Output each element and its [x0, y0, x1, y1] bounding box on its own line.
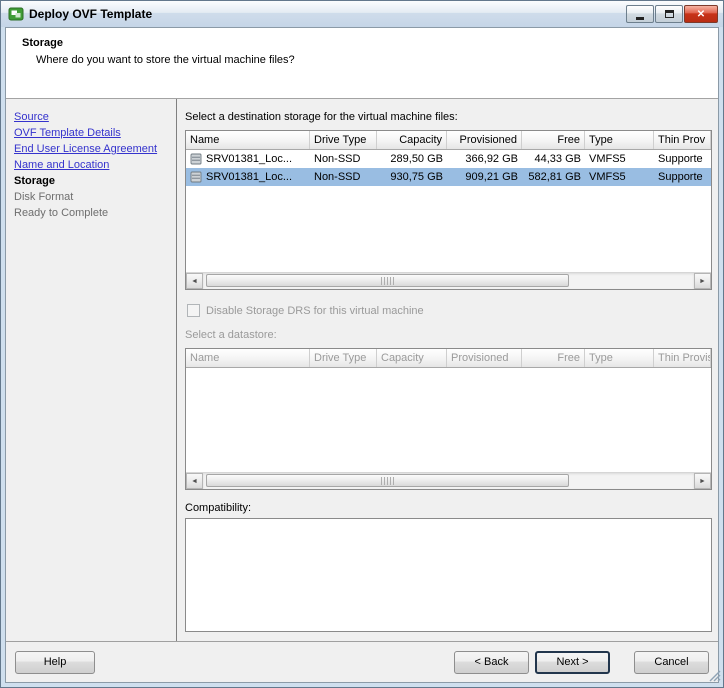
cell-provisioned: 366,92 GB	[447, 153, 522, 165]
column-header-thin-provisioning[interactable]: Thin Prov	[654, 131, 711, 149]
help-button[interactable]: Help	[15, 651, 95, 674]
sidebar-item-name-and-location[interactable]: Name and Location	[14, 157, 172, 173]
scroll-right-button[interactable]: ►	[694, 473, 711, 489]
datastore-icon	[190, 153, 202, 165]
minimize-button[interactable]	[626, 5, 654, 23]
column-header-capacity[interactable]: Capacity	[377, 131, 447, 149]
deploy-ovf-window: Deploy OVF Template ✕ Storage Where do y…	[0, 0, 724, 688]
cell-capacity: 289,50 GB	[377, 153, 447, 165]
resize-grip[interactable]	[709, 670, 721, 685]
wizard-body: Source OVF Template Details End User Lic…	[6, 99, 718, 641]
select-storage-label: Select a destination storage for the vir…	[185, 111, 712, 123]
cell-capacity: 930,75 GB	[377, 171, 447, 183]
wizard-steps-sidebar: Source OVF Template Details End User Lic…	[6, 99, 177, 641]
cell-free: 582,81 GB	[522, 171, 585, 183]
cell-type: VMFS5	[585, 171, 654, 183]
scrollbar-grip-icon	[381, 277, 394, 285]
storage-drs-label: Disable Storage DRS for this virtual mac…	[206, 305, 424, 317]
page-subtitle: Where do you want to store the virtual m…	[36, 54, 718, 66]
page-title: Storage	[22, 37, 718, 49]
close-button[interactable]: ✕	[684, 5, 718, 23]
sidebar-item-ready-to-complete: Ready to Complete	[14, 205, 172, 221]
close-icon: ✕	[697, 9, 705, 20]
column-header-type: Type	[585, 349, 654, 367]
column-header-drive-type: Drive Type	[310, 349, 377, 367]
maximize-icon	[665, 10, 674, 18]
sidebar-item-end-user-license-agreement[interactable]: End User License Agreement	[14, 141, 172, 157]
column-header-capacity: Capacity	[377, 349, 447, 367]
column-header-free[interactable]: Free	[522, 131, 585, 149]
wizard-header: Storage Where do you want to store the v…	[6, 28, 718, 99]
horizontal-scrollbar: ◄ ►	[186, 272, 711, 289]
cell-name: SRV01381_Loc...	[186, 153, 310, 165]
column-header-provisioned[interactable]: Provisioned	[447, 131, 522, 149]
scrollbar-track[interactable]	[203, 473, 694, 489]
storage-drs-row: Disable Storage DRS for this virtual mac…	[187, 304, 712, 317]
back-button[interactable]: < Back	[454, 651, 529, 674]
next-button[interactable]: Next >	[535, 651, 610, 674]
destination-storage-table: Name Drive Type Capacity Provisioned Fre…	[185, 130, 712, 290]
column-header-name[interactable]: Name	[186, 131, 310, 149]
datastore-row-2-selected[interactable]: SRV01381_Loc... Non-SSD 930,75 GB 909,21…	[186, 168, 711, 186]
scrollbar-thumb[interactable]	[206, 274, 569, 287]
maximize-button[interactable]	[655, 5, 683, 23]
cell-drive-type: Non-SSD	[310, 153, 377, 165]
sidebar-item-disk-format: Disk Format	[14, 189, 172, 205]
cell-free: 44,33 GB	[522, 153, 585, 165]
window-controls: ✕	[625, 5, 718, 23]
cell-drive-type: Non-SSD	[310, 171, 377, 183]
scroll-left-button[interactable]: ◄	[186, 273, 203, 289]
minimize-icon	[636, 17, 644, 20]
scroll-right-button[interactable]: ►	[694, 273, 711, 289]
destination-storage-table-body: SRV01381_Loc... Non-SSD 289,50 GB 366,92…	[186, 150, 711, 272]
storage-drs-checkbox	[187, 304, 200, 317]
window-title: Deploy OVF Template	[29, 7, 625, 21]
column-header-name: Name	[186, 349, 310, 367]
datastore-icon	[190, 171, 202, 183]
compatibility-label: Compatibility:	[185, 502, 712, 514]
wizard-dialog: Storage Where do you want to store the v…	[5, 27, 719, 683]
scroll-left-button[interactable]: ◄	[186, 473, 203, 489]
destination-storage-table-header: Name Drive Type Capacity Provisioned Fre…	[186, 131, 711, 150]
horizontal-scrollbar: ◄ ►	[186, 472, 711, 489]
storage-step-content: Select a destination storage for the vir…	[177, 99, 718, 641]
scrollbar-grip-icon	[381, 477, 394, 485]
cell-provisioned: 909,21 GB	[447, 171, 522, 183]
title-bar: Deploy OVF Template ✕	[1, 1, 723, 27]
datastore-name: SRV01381_Loc...	[206, 153, 292, 165]
column-header-drive-type[interactable]: Drive Type	[310, 131, 377, 149]
sidebar-item-source[interactable]: Source	[14, 109, 172, 125]
compatibility-box	[185, 518, 712, 632]
vsphere-app-icon[interactable]	[8, 6, 24, 22]
scrollbar-track[interactable]	[203, 273, 694, 289]
cell-thin-provisioning: Supporte	[654, 171, 711, 183]
datastore-table: Name Drive Type Capacity Provisioned Fre…	[185, 348, 712, 490]
footer-button-bar: Help < Back Next > Cancel	[6, 641, 718, 682]
scrollbar-thumb[interactable]	[206, 474, 569, 487]
window-frame: Storage Where do you want to store the v…	[1, 27, 723, 687]
select-datastore-label: Select a datastore:	[185, 329, 712, 341]
column-header-provisioned: Provisioned	[447, 349, 522, 367]
datastore-row-1[interactable]: SRV01381_Loc... Non-SSD 289,50 GB 366,92…	[186, 150, 711, 168]
cell-name: SRV01381_Loc...	[186, 171, 310, 183]
cell-thin-provisioning: Supporte	[654, 153, 711, 165]
column-header-free: Free	[522, 349, 585, 367]
cancel-button[interactable]: Cancel	[634, 651, 709, 674]
datastore-table-body	[186, 368, 711, 472]
cell-type: VMFS5	[585, 153, 654, 165]
sidebar-item-storage: Storage	[14, 173, 172, 189]
column-header-thin-provisioning: Thin Provis	[654, 349, 711, 367]
datastore-name: SRV01381_Loc...	[206, 171, 292, 183]
datastore-table-header: Name Drive Type Capacity Provisioned Fre…	[186, 349, 711, 368]
sidebar-item-ovf-template-details[interactable]: OVF Template Details	[14, 125, 172, 141]
column-header-type[interactable]: Type	[585, 131, 654, 149]
